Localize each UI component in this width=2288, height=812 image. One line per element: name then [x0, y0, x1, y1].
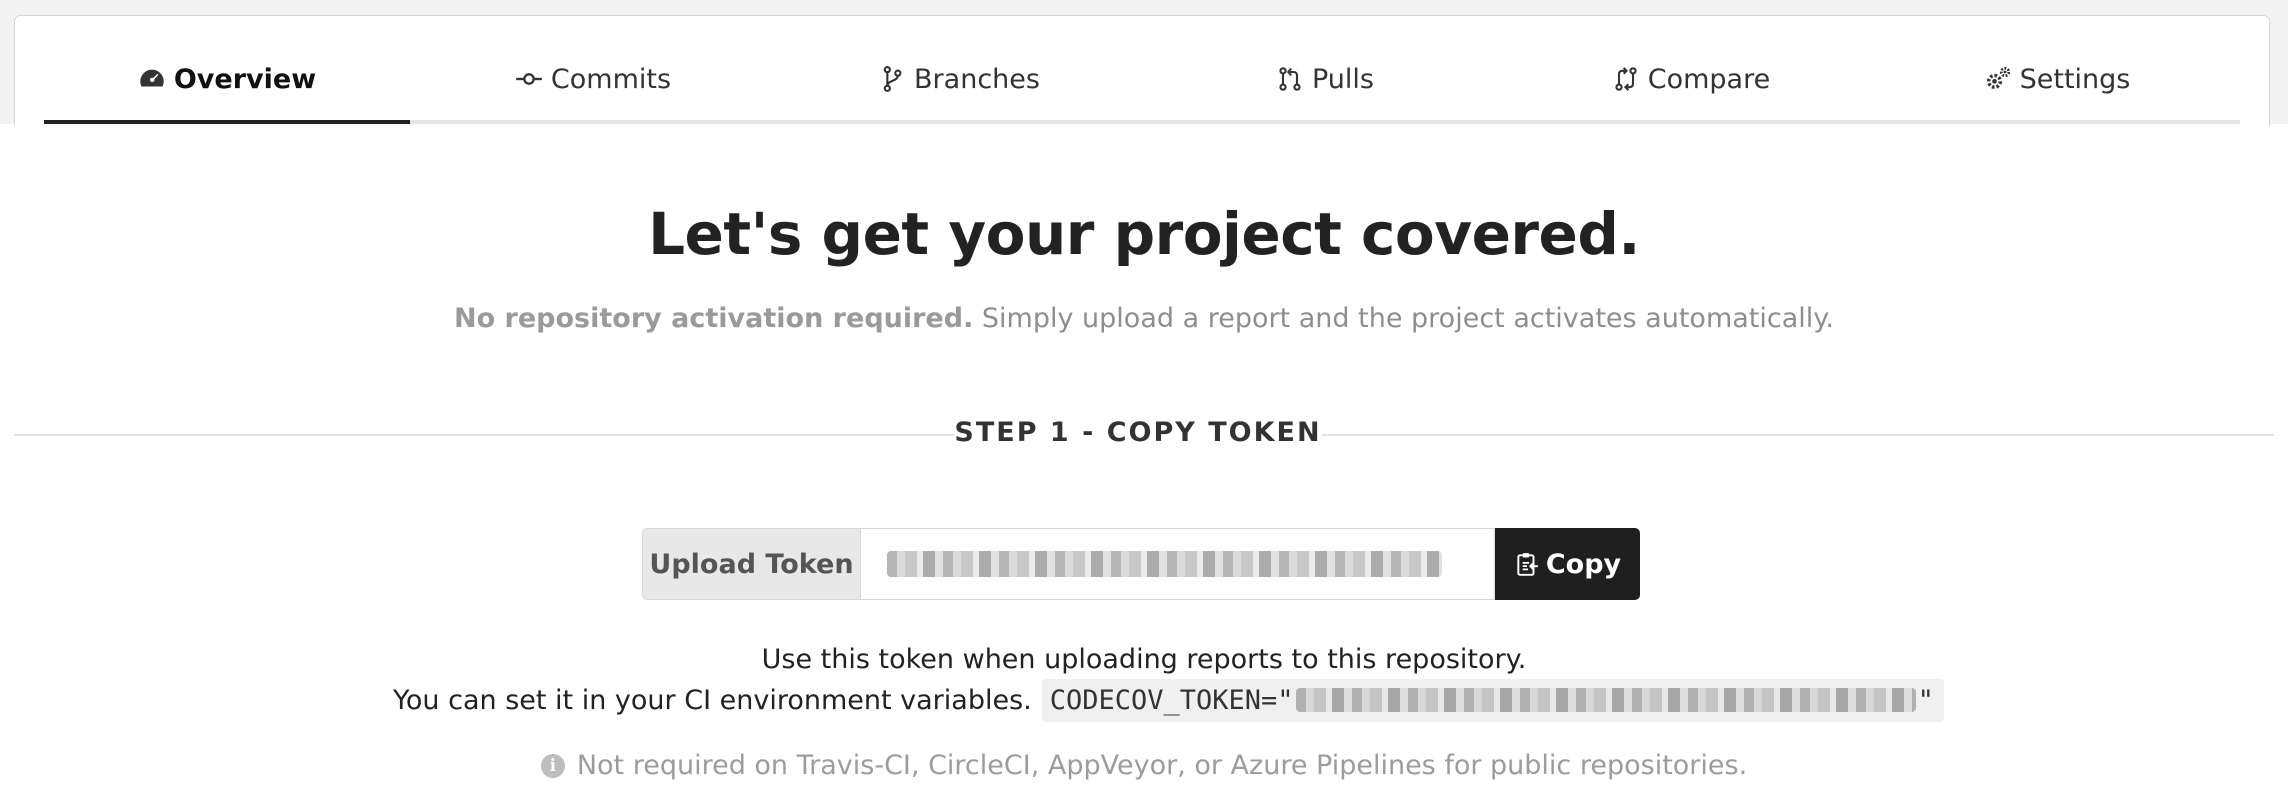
compare-icon	[1615, 67, 1637, 91]
tab-settings[interactable]: Settings	[1874, 46, 2240, 120]
gear-icon	[1986, 66, 2010, 89]
tab-pulls[interactable]: Pulls	[1142, 46, 1508, 120]
tab-overview[interactable]: Overview	[44, 46, 410, 124]
env-variable-prefix: CODECOV_TOKEN="	[1049, 684, 1294, 716]
page-title: Let's get your project covered.	[648, 200, 1640, 268]
copy-button[interactable]: Copy	[1495, 528, 1640, 600]
dashboard-icon	[140, 69, 164, 87]
env-variable-suffix: "	[1917, 684, 1934, 716]
public-repo-note-text: Not required on Travis-CI, CircleCI, App…	[576, 750, 1748, 781]
upload-token-label: Upload Token	[642, 528, 860, 600]
repo-tabs: Overview Commits Branches Pulls Compare …	[44, 46, 2240, 124]
env-variable-code[interactable]: CODECOV_TOKEN=" "	[1041, 678, 1944, 722]
page-subtitle: No repository activation required. Simpl…	[0, 303, 2288, 334]
tab-branches-label: Branches	[914, 63, 1040, 95]
tab-compare-label: Compare	[1647, 63, 1771, 95]
redacted-env-token	[1295, 688, 1916, 712]
tab-compare[interactable]: Compare	[1508, 46, 1874, 120]
step-title: STEP 1 - COPY TOKEN	[954, 417, 1322, 448]
copy-button-label: Copy	[1545, 548, 1622, 580]
redacted-token	[887, 551, 1442, 577]
clipboard-icon	[1517, 553, 1538, 576]
token-input-group: Upload Token Copy	[642, 528, 1640, 600]
tab-settings-label: Settings	[2019, 63, 2131, 95]
page-gutter-left	[0, 16, 14, 124]
top-strip	[0, 0, 2288, 16]
env-help-text: You can set it in your CI environment va…	[393, 684, 1032, 716]
tab-branches[interactable]: Branches	[776, 46, 1142, 120]
tab-overview-label: Overview	[173, 63, 317, 95]
token-help-text: Use this token when uploading reports to…	[761, 644, 1527, 675]
subtitle-emphasis: No repository activation required.	[454, 303, 974, 334]
info-icon: i	[540, 753, 565, 778]
commit-icon	[516, 73, 542, 85]
upload-token-field[interactable]	[860, 528, 1495, 600]
divider-left	[14, 434, 954, 436]
page-gutter-right	[2269, 16, 2288, 124]
public-repo-note: i Not required on Travis-CI, CircleCI, A…	[0, 750, 2288, 781]
tab-pulls-label: Pulls	[1312, 63, 1374, 95]
branch-icon	[883, 66, 902, 92]
pull-request-icon	[1279, 67, 1301, 91]
tab-commits-label: Commits	[550, 63, 672, 95]
token-env-help: You can set it in your CI environment va…	[393, 676, 1944, 724]
subtitle-text: Simply upload a report and the project a…	[973, 303, 1834, 334]
divider-right	[1322, 434, 2274, 436]
tab-commits[interactable]: Commits	[410, 46, 776, 120]
